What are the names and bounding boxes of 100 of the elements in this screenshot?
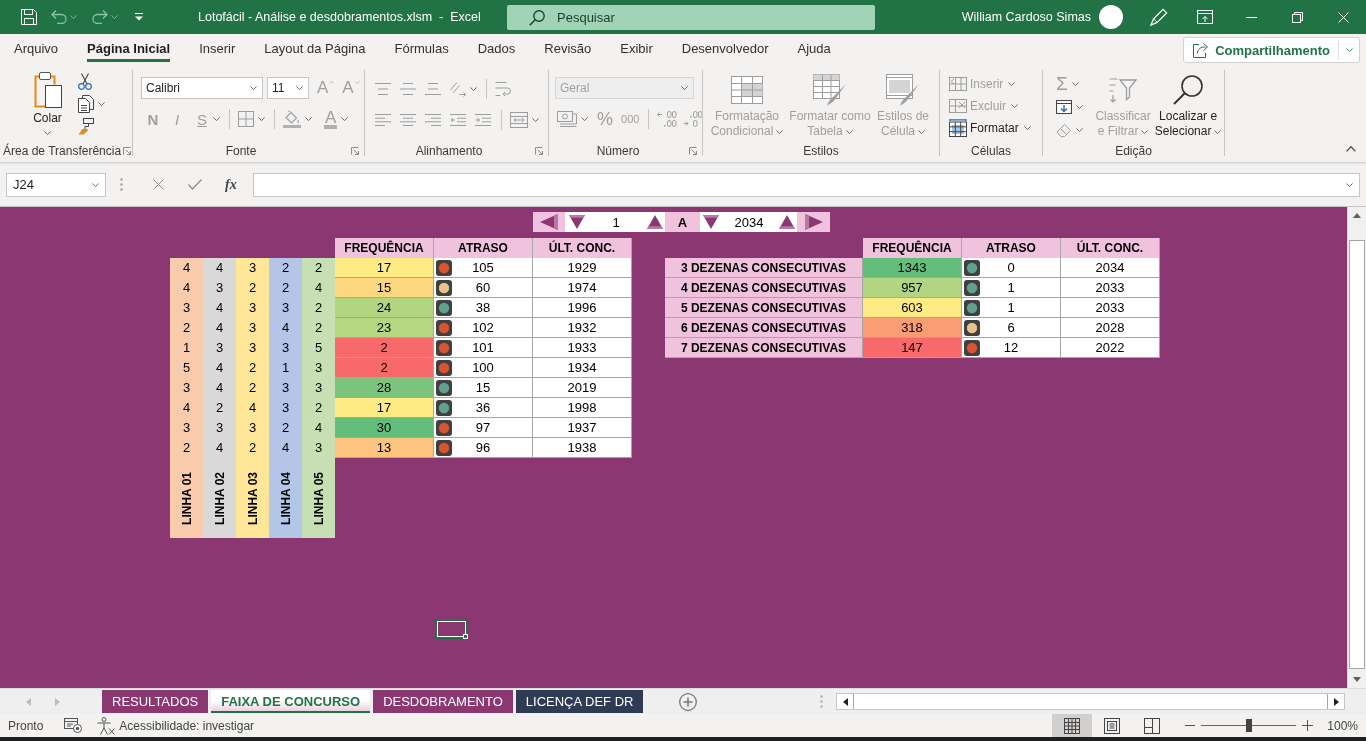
save-icon[interactable]	[21, 9, 37, 25]
macro-recording-icon[interactable]	[64, 718, 83, 733]
menu-tab[interactable]: Ajuda	[797, 41, 831, 62]
caret-icon[interactable]	[213, 117, 220, 121]
paste-button[interactable]: Colar	[25, 70, 70, 140]
search-field[interactable]: Pesquisar	[507, 4, 875, 30]
caret-icon[interactable]	[258, 117, 265, 121]
dialog-launcher-icon[interactable]	[123, 147, 132, 155]
align-top-icon[interactable]	[375, 83, 391, 95]
find-select-button[interactable]: Localizar e Selecionar	[1152, 74, 1224, 140]
paintbrush-icon[interactable]	[78, 118, 94, 135]
arrow-up-icon[interactable]	[1353, 213, 1361, 218]
caret-icon[interactable]	[1346, 182, 1353, 187]
name-box[interactable]: J24	[6, 172, 106, 197]
caret-icon[interactable]	[1076, 127, 1083, 132]
menu-tab[interactable]: Desenvolvedor	[681, 41, 769, 62]
text-orientation-icon[interactable]	[450, 81, 466, 97]
fill-color-icon[interactable]	[283, 110, 301, 128]
eraser-icon[interactable]	[1056, 122, 1072, 137]
check-icon[interactable]	[188, 179, 202, 190]
slider-thumb[interactable]	[1245, 719, 1252, 732]
triangle-down-icon[interactable]	[703, 215, 719, 229]
align-center-icon[interactable]	[400, 114, 416, 126]
vertical-scrollbar[interactable]	[1347, 207, 1366, 688]
close-icon[interactable]	[1337, 11, 1349, 23]
collapse-ribbon-icon[interactable]	[1346, 146, 1356, 152]
copy-icon[interactable]	[78, 95, 94, 113]
caret-icon[interactable]	[111, 15, 118, 19]
increase-indent-icon[interactable]	[475, 114, 491, 126]
caret-icon[interactable]	[470, 87, 477, 91]
triangle-right-icon[interactable]	[804, 214, 823, 230]
minimize-icon[interactable]	[1245, 16, 1257, 18]
scrollbar-thumb[interactable]	[853, 694, 1328, 709]
undo-icon[interactable]	[51, 10, 67, 24]
align-middle-icon[interactable]	[400, 83, 416, 95]
dialog-launcher-icon[interactable]	[351, 147, 359, 155]
cancel-icon[interactable]	[153, 179, 164, 190]
fill-down-icon[interactable]	[1056, 100, 1072, 114]
font-size-dropdown[interactable]: 11	[267, 77, 309, 99]
merge-cells-icon[interactable]	[510, 112, 528, 128]
decrease-decimal-icon[interactable]	[683, 111, 704, 127]
triangle-up-icon[interactable]	[647, 215, 663, 229]
menu-tab[interactable]: Dados	[477, 41, 516, 62]
menu-tab[interactable]: Página Inicial	[87, 41, 171, 62]
font-name-dropdown[interactable]: Calibri	[141, 77, 263, 99]
sheet-tab[interactable]: FAIXA DE CONCURSO	[211, 690, 371, 713]
increase-decimal-icon[interactable]	[657, 111, 678, 127]
triangle-up-icon[interactable]	[779, 215, 795, 229]
sheet-tab[interactable]: RESULTADOS	[102, 690, 209, 713]
borders-icon[interactable]	[238, 111, 254, 127]
normal-view-button[interactable]	[1052, 714, 1093, 737]
ribbon-display-icon[interactable]	[1197, 10, 1213, 24]
scrollbar-thumb[interactable]	[1349, 240, 1365, 669]
caret-icon[interactable]	[98, 102, 105, 106]
menu-tab[interactable]: Inserir	[199, 41, 236, 62]
insert-function-button[interactable]: fx	[225, 176, 237, 193]
accessibility-icon[interactable]	[97, 716, 116, 735]
align-bottom-icon[interactable]	[425, 83, 441, 95]
caret-icon[interactable]	[305, 117, 312, 121]
triangle-down-icon[interactable]	[569, 215, 585, 229]
arrow-left-icon[interactable]	[842, 697, 848, 706]
menu-tab[interactable]: Layout da Página	[264, 41, 366, 62]
zoom-level[interactable]: 100%	[1327, 718, 1358, 733]
menu-tab[interactable]: Arquivo	[14, 41, 59, 62]
restore-icon[interactable]	[1291, 11, 1303, 23]
add-sheet-icon[interactable]	[679, 692, 698, 711]
wrap-text-icon[interactable]	[495, 81, 511, 97]
redo-icon[interactable]	[92, 10, 108, 24]
caret-icon[interactable]	[532, 118, 539, 122]
banknote-icon[interactable]	[557, 111, 577, 127]
align-right-icon[interactable]	[425, 114, 441, 126]
vertical-dots-icon[interactable]	[120, 178, 123, 191]
arrow-down-icon[interactable]	[1353, 677, 1361, 682]
dialog-launcher-icon[interactable]	[689, 147, 697, 155]
dialog-launcher-icon[interactable]	[535, 147, 543, 155]
caret-icon[interactable]	[341, 117, 349, 121]
menu-tab[interactable]: Revisão	[544, 41, 592, 62]
accessibility-status[interactable]: Acessibilidade: investigar	[119, 718, 255, 733]
avatar-icon[interactable]	[1099, 5, 1123, 29]
caret-icon[interactable]	[1071, 82, 1079, 87]
share-button[interactable]: Compartilhamento	[1183, 37, 1360, 63]
zoom-in-icon[interactable]	[1302, 720, 1314, 731]
arrow-right-icon[interactable]	[1333, 697, 1339, 706]
menu-tab[interactable]: Fórmulas	[394, 41, 449, 62]
triangle-left-icon[interactable]	[540, 214, 558, 230]
scissors-icon[interactable]	[78, 73, 92, 90]
align-left-icon[interactable]	[375, 114, 391, 126]
sheet-tab[interactable]: DESDOBRAMENTO	[373, 690, 513, 713]
menu-tab[interactable]: Exibir	[620, 41, 653, 62]
caret-icon[interactable]	[581, 117, 588, 121]
sheet-tab[interactable]: LICENÇA DEF DR	[515, 690, 644, 713]
decrease-indent-icon[interactable]	[450, 114, 466, 126]
caret-icon[interactable]	[1076, 105, 1083, 109]
format-cells-button[interactable]: Formatar	[949, 118, 1042, 137]
customize-menu-icon[interactable]	[134, 13, 144, 21]
formula-input[interactable]	[252, 172, 1360, 197]
vertical-dots-icon[interactable]	[820, 695, 823, 708]
horizontal-scrollbar[interactable]	[836, 693, 1345, 710]
pen-icon[interactable]	[1150, 8, 1168, 26]
caret-icon[interactable]	[70, 15, 77, 19]
